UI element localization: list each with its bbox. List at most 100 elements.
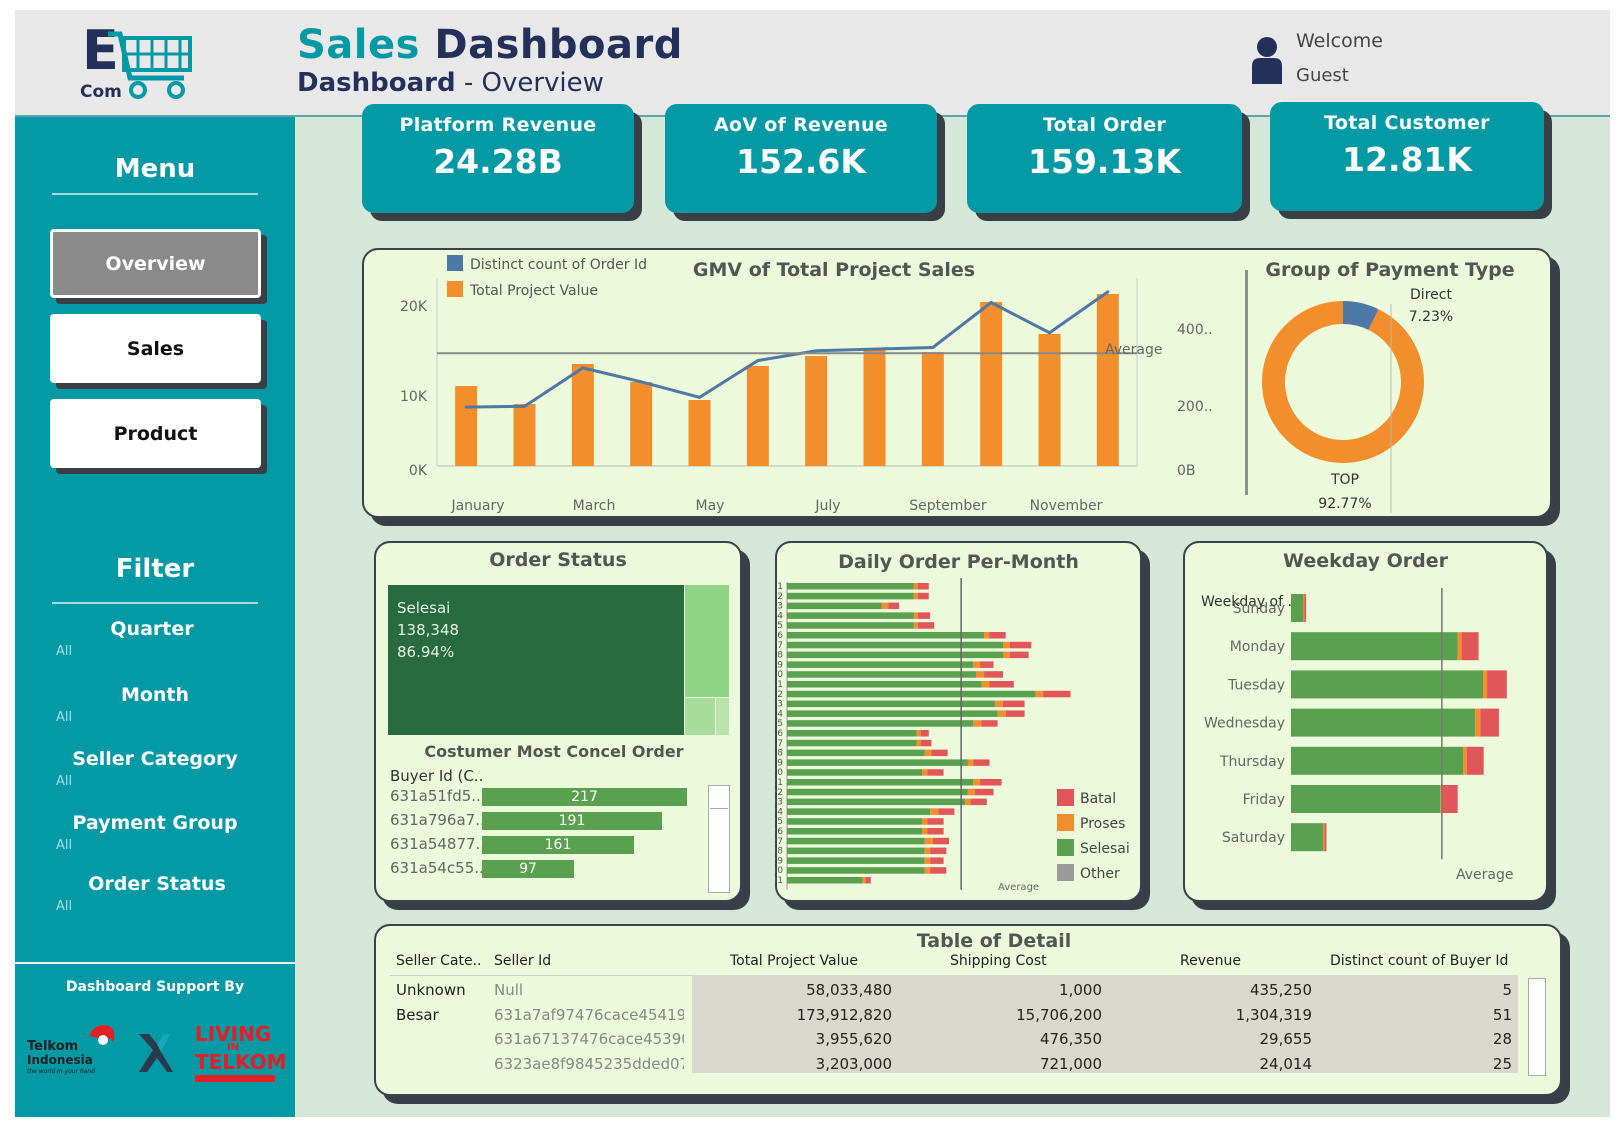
daily-bar-batal[interactable] (865, 877, 871, 884)
menu-product-button[interactable]: Product (50, 399, 261, 468)
daily-bar-proses[interactable] (973, 720, 982, 727)
weekday-bar-selesai[interactable] (1291, 632, 1458, 661)
daily-bar-selesai[interactable] (787, 769, 922, 776)
cancel-order-row[interactable]: 631a51fd5.. 217 (388, 784, 700, 808)
scrollbar-thumb[interactable] (710, 787, 728, 809)
cancel-count-bar[interactable]: 217 (482, 788, 687, 806)
daily-bar-selesai[interactable] (787, 877, 863, 884)
gmv-bar-april[interactable] (630, 382, 653, 466)
weekday-bar-proses[interactable] (1483, 670, 1488, 699)
treemap-other-3[interactable] (716, 698, 729, 735)
daily-bar-selesai[interactable] (787, 857, 925, 864)
gmv-bar-may[interactable] (688, 400, 711, 466)
daily-bar-selesai[interactable] (787, 592, 914, 600)
gmv-bar-october[interactable] (980, 302, 1003, 466)
daily-bar-proses[interactable] (1003, 641, 1010, 649)
daily-bar-selesai[interactable] (787, 739, 917, 747)
daily-bar-proses[interactable] (916, 739, 921, 747)
filter-seller-category-value[interactable]: All (56, 774, 258, 789)
daily-bar-proses[interactable] (976, 671, 985, 678)
daily-bar-selesai[interactable] (787, 661, 974, 668)
table-header-cell[interactable]: Shipping Cost (950, 953, 1047, 969)
gmv-line-point-april[interactable] (639, 380, 643, 384)
table-row[interactable]: 6323ae8f9845235dded07.. 3,203,000 721,000 2… (390, 1052, 1520, 1076)
daily-bar-proses[interactable] (967, 788, 975, 796)
daily-bar-proses[interactable] (973, 661, 981, 668)
gmv-bar-march[interactable] (571, 364, 594, 466)
daily-bar-selesai[interactable] (787, 641, 1003, 649)
daily-bar-proses[interactable] (913, 612, 918, 619)
daily-bar-selesai[interactable] (787, 602, 882, 610)
gmv-line-point-september[interactable] (931, 345, 935, 349)
daily-bar-proses[interactable] (994, 700, 1003, 708)
gmv-line-point-august[interactable] (873, 347, 876, 351)
gmv-line-point-october[interactable] (989, 301, 993, 305)
daily-bar-proses[interactable] (967, 759, 974, 766)
gmv-line-point-january[interactable] (464, 405, 468, 409)
daily-bar-batal[interactable] (932, 837, 949, 845)
daily-bar-proses[interactable] (913, 592, 918, 600)
gmv-line-point-may[interactable] (698, 395, 701, 399)
gmv-line-point-march[interactable] (581, 366, 585, 370)
daily-bar-selesai[interactable] (787, 867, 925, 874)
daily-bar-proses[interactable] (924, 867, 931, 874)
daily-bar-batal[interactable] (973, 759, 990, 766)
daily-bar-batal[interactable] (917, 622, 935, 629)
daily-bar-batal[interactable] (927, 769, 944, 776)
daily-bar-batal[interactable] (888, 602, 900, 610)
gmv-bar-february[interactable] (513, 404, 536, 466)
daily-bar-proses[interactable] (924, 837, 933, 845)
weekday-bar-proses[interactable] (1463, 746, 1467, 775)
weekday-bar-proses[interactable] (1475, 708, 1481, 737)
daily-bar-selesai[interactable] (787, 710, 998, 717)
gmv-line-point-july[interactable] (814, 349, 818, 353)
filter-order-status-value[interactable]: All (56, 899, 262, 914)
daily-bar-selesai[interactable] (787, 730, 917, 737)
filter-payment-group[interactable]: Payment Group All (52, 812, 258, 853)
daily-bar-batal[interactable] (930, 847, 947, 855)
daily-bar-batal[interactable] (974, 788, 994, 796)
daily-bar-batal[interactable] (927, 828, 944, 835)
treemap-other-2[interactable] (685, 698, 715, 735)
daily-bar-batal[interactable] (1009, 651, 1029, 659)
table-header-cell[interactable]: Distinct count of Buyer Id (1330, 953, 1508, 969)
daily-bar-batal[interactable] (917, 592, 929, 600)
daily-bar-batal[interactable] (938, 808, 955, 815)
daily-bar-batal[interactable] (1043, 690, 1071, 698)
daily-bar-selesai[interactable] (787, 632, 985, 639)
weekday-bar-selesai[interactable] (1291, 785, 1441, 813)
daily-bar-proses[interactable] (922, 818, 928, 825)
daily-bar-proses[interactable] (924, 857, 931, 864)
gmv-line-point-february[interactable] (523, 404, 526, 408)
daily-bar-batal[interactable] (980, 779, 1002, 786)
daily-bar-batal[interactable] (984, 671, 1003, 678)
daily-bar-batal[interactable] (980, 661, 994, 668)
daily-bar-proses[interactable] (922, 769, 928, 776)
daily-bar-proses[interactable] (981, 681, 990, 688)
daily-bar-proses[interactable] (924, 847, 931, 855)
daily-bar-proses[interactable] (965, 798, 971, 806)
table-header-cell[interactable]: Total Project Value (730, 953, 858, 969)
daily-bar-proses[interactable] (913, 583, 918, 590)
table-row[interactable]: 631a67137476cace45390.. 3,955,620 476,350 2… (390, 1027, 1520, 1051)
weekday-bar-batal[interactable] (1466, 746, 1484, 775)
daily-bar-batal[interactable] (1003, 700, 1025, 708)
treemap-selesai[interactable]: Selesai 138,348 86.94% (388, 585, 684, 735)
daily-bar-proses[interactable] (913, 622, 918, 629)
daily-bar-selesai[interactable] (787, 651, 1003, 659)
daily-bar-selesai[interactable] (787, 622, 914, 629)
daily-bar-proses[interactable] (916, 730, 921, 737)
cancel-order-row[interactable]: 631a796a7.. 191 (388, 808, 700, 832)
filter-quarter-value[interactable]: All (56, 644, 252, 659)
weekday-bar-selesai[interactable] (1291, 670, 1484, 699)
daily-bar-batal[interactable] (930, 857, 944, 864)
table-scrollbar[interactable] (1528, 978, 1546, 1076)
daily-bar-proses[interactable] (984, 632, 990, 639)
daily-bar-selesai[interactable] (787, 828, 922, 835)
gmv-order-line[interactable] (466, 290, 1109, 409)
daily-bar-selesai[interactable] (787, 749, 925, 757)
weekday-bar-selesai[interactable] (1291, 594, 1304, 622)
weekday-bar-batal[interactable] (1461, 632, 1479, 661)
gmv-line-point-june[interactable] (756, 359, 760, 363)
daily-bar-batal[interactable] (920, 739, 932, 747)
